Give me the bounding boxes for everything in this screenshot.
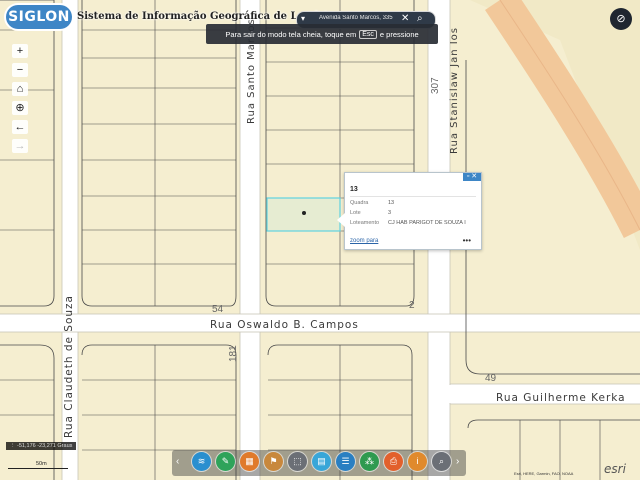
address-number: 54 (212, 304, 224, 315)
coordinate-menu-icon[interactable]: ⋮ (10, 443, 16, 449)
coordinate-readout: ⋮ -51,176 -23,271 Graus (6, 442, 77, 450)
popup-field: Loteamento CJ HAB PARIGOT DE SOUZA I (350, 220, 466, 226)
locate-icon[interactable]: ⊕ (12, 101, 28, 115)
zoom-to-link[interactable]: zoom para (350, 238, 378, 244)
street-label-claudeth: Rua Claudeth de Souza (63, 295, 75, 438)
info-icon[interactable]: i (408, 452, 427, 471)
toast-text-after: e pressione (379, 29, 419, 39)
zoom-out-button[interactable]: − (12, 63, 28, 77)
toast-text-before: Para sair do modo tela cheia, toque em (225, 29, 357, 39)
scale-label: 50m (36, 461, 47, 467)
print-icon[interactable]: ⬚ (288, 452, 307, 471)
grid-icon[interactable]: ▦ (240, 452, 259, 471)
field-label: Loteamento (350, 220, 380, 226)
popup-title: 13 (350, 186, 358, 193)
fullscreen-toast: Para sair do modo tela cheia, toque em E… (206, 24, 438, 44)
field-value: 3 (388, 210, 392, 216)
popup-controls[interactable]: ▫ ✕ (463, 173, 481, 181)
toolbar-prev-icon[interactable]: ‹ (176, 456, 179, 467)
list-icon[interactable]: ☰ (336, 452, 355, 471)
street-label-guilherme: Rua Guilherme Kerka (496, 392, 626, 404)
toolbar-next-icon[interactable]: › (456, 456, 459, 467)
attribution: Esri, HERE, Garmin, FAO, NOAA (514, 471, 574, 476)
address-number: 307 (430, 77, 441, 94)
address-number: 181 (228, 345, 239, 362)
map-canvas[interactable]: Rua Santo Marcos Rua Stanislaw Jan Ios R… (0, 0, 640, 480)
siglon-logo[interactable]: SIGLON (6, 5, 72, 29)
printer-icon[interactable]: ⎙ (384, 452, 403, 471)
popup-pointer (337, 213, 345, 227)
back-arrow-icon[interactable]: ← (12, 120, 28, 134)
pin-icon[interactable]: ⚑ (264, 452, 283, 471)
toast-esc-key: Esc (359, 29, 377, 39)
layers-icon[interactable]: ≋ (192, 452, 211, 471)
field-label: Lote (350, 210, 361, 216)
search-source-icon[interactable]: ▾ (301, 15, 309, 23)
zoom-in-button[interactable]: + (12, 44, 28, 58)
popup-field: Quadra 13 (350, 200, 394, 206)
scale-bar (8, 468, 68, 469)
address-number: 49 (485, 373, 497, 384)
search-input[interactable]: Avenida Santo Marcos, 335 (319, 15, 397, 21)
field-value: 13 (388, 200, 395, 206)
search-person-icon[interactable]: ⌕ (432, 452, 451, 471)
visibility-toggle-icon[interactable]: ⊘ (610, 8, 632, 30)
esri-logo: esri (604, 462, 626, 476)
popup-divider (350, 196, 476, 197)
maximize-icon[interactable]: ▫ (467, 173, 469, 180)
selected-lot-point (302, 211, 306, 215)
field-label: Quadra (350, 200, 369, 206)
home-icon[interactable]: ⌂ (12, 82, 28, 96)
pencil-icon[interactable]: ✎ (216, 452, 235, 471)
street-label-stanislaw: Rua Stanislaw Jan Ios (449, 27, 460, 154)
basemap-icon[interactable]: ▤ (312, 452, 331, 471)
more-options-icon[interactable]: ••• (463, 236, 471, 245)
feature-popup[interactable]: ▫ ✕ 13 Quadra 13 Lote 3 Loteamento CJ HAB P… (337, 172, 482, 250)
forward-arrow-icon[interactable]: → (12, 139, 28, 153)
popup-field: Lote 3 (350, 210, 391, 216)
field-value: CJ HAB PARIGOT DE SOUZA I (388, 220, 466, 226)
address-number: 2 (409, 300, 415, 311)
coordinate-text: -51,176 -23,271 Graus (17, 443, 73, 449)
street-label-oswaldo: Rua Oswaldo B. Campos (210, 319, 359, 331)
network-icon[interactable]: ⁂ (360, 452, 379, 471)
close-icon[interactable]: ✕ (471, 173, 477, 180)
